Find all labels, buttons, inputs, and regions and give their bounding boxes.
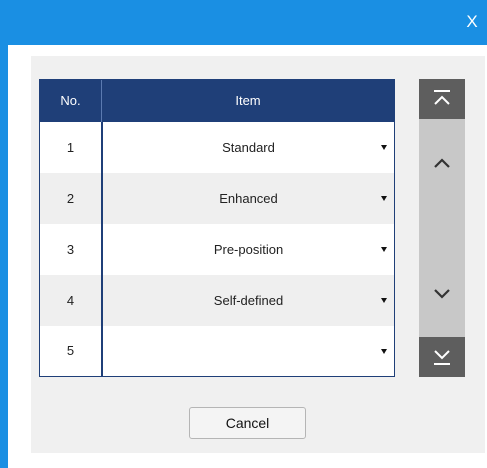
caret-down-icon [381, 196, 387, 201]
item-select[interactable]: Enhanced [103, 173, 394, 224]
item-select-value: Standard [222, 140, 275, 155]
scroll-down-button[interactable] [431, 283, 453, 305]
dialog-panel: No. Item 1 Standard 2 Enhanced 3 Pre-pos… [8, 45, 487, 468]
window-left-border [0, 45, 8, 468]
item-select-value: Pre-position [213, 242, 284, 257]
title-bar: X [0, 0, 487, 45]
item-select[interactable] [103, 326, 394, 376]
scroll-bottom-icon [434, 350, 450, 365]
caret-down-icon [381, 247, 387, 252]
header-no: No. [60, 93, 81, 108]
preset-table: No. Item 1 Standard 2 Enhanced 3 Pre-pos… [39, 79, 395, 377]
caret-down-icon [381, 298, 387, 303]
row-number: 4 [66, 293, 75, 308]
row-number: 3 [66, 242, 75, 257]
cancel-button[interactable]: Cancel [189, 407, 306, 439]
table-row: 4 Self-defined [40, 275, 394, 326]
row-number: 2 [66, 191, 75, 206]
scroll-top-button[interactable] [419, 79, 465, 119]
caret-down-icon [381, 145, 387, 150]
caret-down-icon [381, 349, 387, 354]
table-row: 1 Standard [40, 122, 394, 173]
item-select[interactable]: Pre-position [103, 224, 394, 275]
row-number: 1 [66, 140, 75, 155]
chevron-down-icon [434, 289, 450, 299]
scroll-control [419, 79, 465, 377]
item-select-value: Self-defined [213, 293, 284, 308]
item-select[interactable]: Self-defined [103, 275, 394, 326]
item-select[interactable]: Standard [103, 122, 394, 173]
close-button[interactable]: X [463, 10, 481, 34]
table-row: 5 [40, 326, 394, 376]
dialog-content: No. Item 1 Standard 2 Enhanced 3 Pre-pos… [31, 56, 485, 453]
chevron-up-icon [434, 158, 450, 168]
header-item: Item [235, 93, 261, 108]
scroll-bottom-button[interactable] [419, 337, 465, 377]
table-header: No. Item [40, 80, 394, 122]
item-select-value [103, 326, 394, 376]
row-number: 5 [66, 343, 75, 358]
table-row: 2 Enhanced [40, 173, 394, 224]
scroll-top-icon [434, 90, 450, 105]
column-divider [101, 122, 103, 376]
item-select-value: Enhanced [219, 191, 278, 206]
scroll-up-button[interactable] [431, 152, 453, 174]
table-row: 3 Pre-position [40, 224, 394, 275]
